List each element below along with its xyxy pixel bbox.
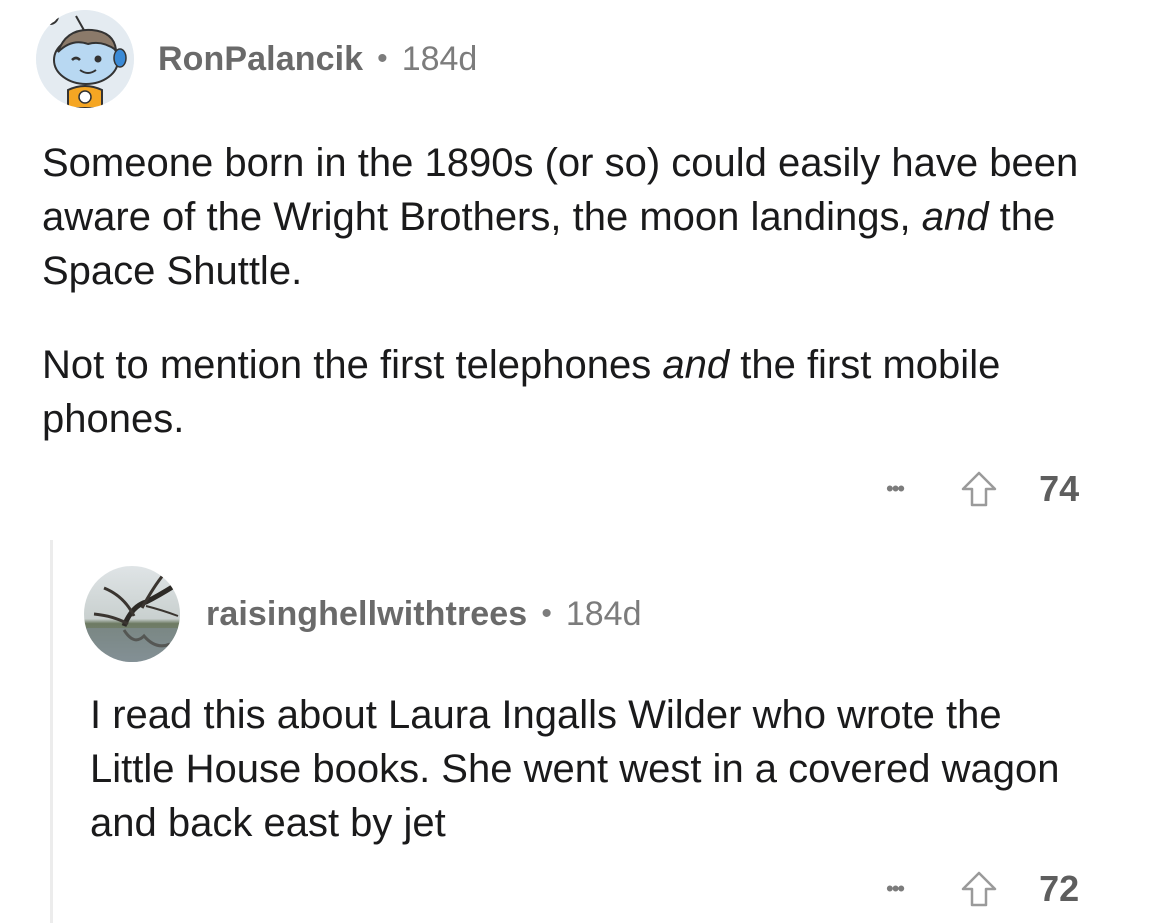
- comment-header: RonPalancik • 184d: [36, 10, 477, 108]
- username[interactable]: RonPalancik: [158, 40, 363, 79]
- comment-body: I read this about Laura Ingalls Wilder w…: [90, 688, 1080, 850]
- comment-actions: ••• 72: [886, 868, 1079, 910]
- comment-age: 184d: [401, 39, 478, 78]
- snoo-avatar-icon: [36, 10, 134, 108]
- more-options-button[interactable]: •••: [886, 478, 905, 500]
- comment-paragraph: Not to mention the first telephones and …: [42, 338, 1042, 446]
- username[interactable]: raisinghellwithtrees: [206, 595, 527, 634]
- upvote-arrow-icon: [961, 871, 997, 907]
- separator-dot: •: [377, 42, 388, 75]
- emphasis-text: and: [662, 343, 730, 387]
- user-avatar[interactable]: [36, 10, 134, 108]
- tree-photo-avatar-icon: [84, 566, 180, 662]
- upvote-arrow-icon: [961, 471, 997, 507]
- vote-score: 74: [1039, 468, 1080, 509]
- comment-header: raisinghellwithtrees • 184d: [84, 566, 641, 662]
- thread-line[interactable]: [50, 540, 53, 923]
- comment-body: Someone born in the 1890s (or so) could …: [42, 136, 1132, 446]
- upvote-button[interactable]: [959, 869, 999, 909]
- separator-dot: •: [541, 597, 552, 630]
- more-options-button[interactable]: •••: [886, 878, 905, 900]
- comment-paragraph: I read this about Laura Ingalls Wilder w…: [90, 693, 1060, 845]
- emphasis-text: and: [921, 195, 989, 239]
- user-avatar[interactable]: [84, 566, 180, 662]
- vote-score: 72: [1039, 868, 1080, 909]
- comment-age: 184d: [565, 594, 642, 633]
- comment-actions: ••• 74: [886, 468, 1079, 510]
- comment-paragraph: Someone born in the 1890s (or so) could …: [42, 136, 1132, 298]
- text-run: Not to mention the first telephones: [42, 343, 663, 387]
- upvote-button[interactable]: [959, 469, 999, 509]
